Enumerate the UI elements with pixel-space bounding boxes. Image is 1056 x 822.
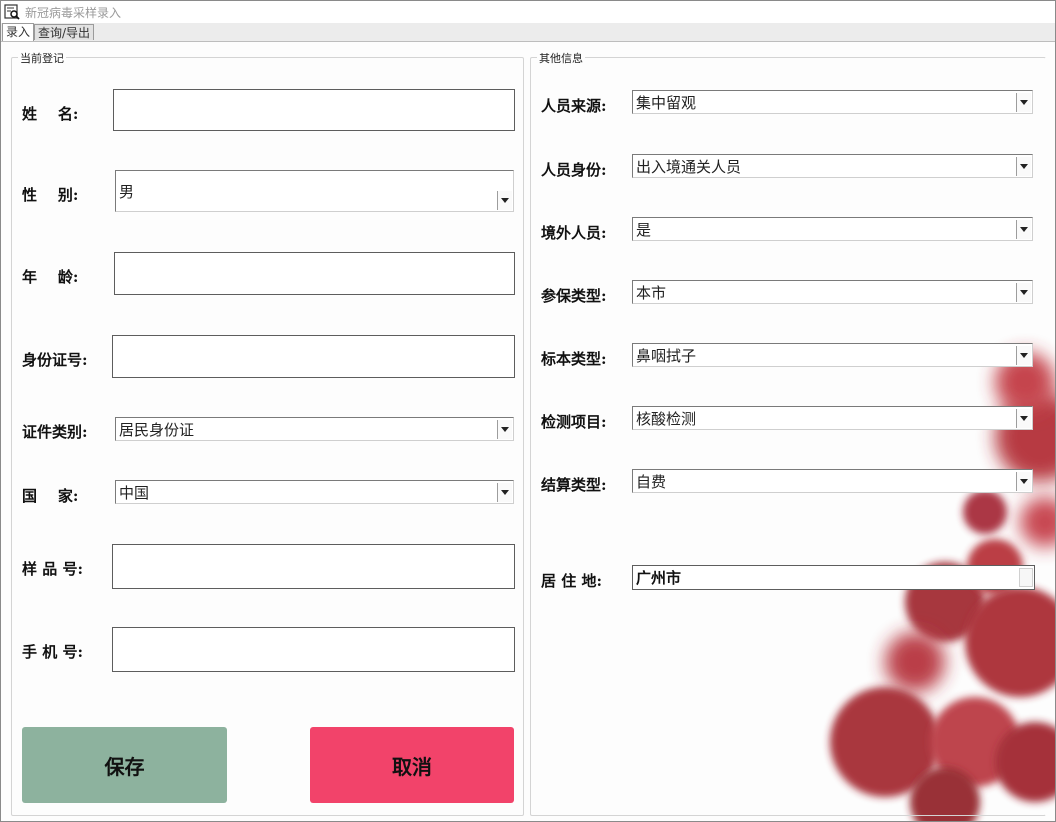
residence-label: 居 住 地: <box>541 572 602 590</box>
country-dropdown-icon[interactable] <box>497 483 512 502</box>
current-registration-group: 当前登记 姓 名: 性 别: 男 年 龄: 身份证号: 证件类别: 居民身份证 … <box>11 50 524 816</box>
id-number-input[interactable] <box>112 335 515 378</box>
tab-bar: 录入 查询/导出 <box>1 23 1055 42</box>
gender-label: 性 别: <box>22 186 79 204</box>
identity-dropdown-icon[interactable] <box>1016 157 1031 176</box>
residence-value: 广州市 <box>636 569 682 587</box>
foreign-label: 境外人员: <box>541 224 607 242</box>
identity-select[interactable]: 出入境通关人员 <box>632 154 1033 178</box>
name-label: 姓 名: <box>22 105 79 123</box>
id-type-select[interactable]: 居民身份证 <box>115 417 514 441</box>
specimen-value: 鼻咽拭子 <box>636 347 697 365</box>
test-item-select[interactable]: 核酸检测 <box>632 406 1033 430</box>
test-item-dropdown-icon[interactable] <box>1016 409 1031 428</box>
foreign-dropdown-icon[interactable] <box>1016 220 1031 239</box>
insurance-select[interactable]: 本市 <box>632 280 1033 304</box>
name-input[interactable] <box>113 89 515 131</box>
gender-value: 男 <box>119 183 135 201</box>
specimen-select[interactable]: 鼻咽拭子 <box>632 343 1033 367</box>
settlement-select[interactable]: 自费 <box>632 469 1033 493</box>
identity-label: 人员身份: <box>541 161 607 179</box>
id-number-label: 身份证号: <box>22 351 88 369</box>
source-select[interactable]: 集中留观 <box>632 90 1033 114</box>
source-value: 集中留观 <box>636 94 697 112</box>
source-label: 人员来源: <box>541 97 607 115</box>
other-info-group: 其他信息 人员来源: 集中留观 人员身份: 出入境通关人员 境外人员: 是 参保… <box>530 50 1046 816</box>
gender-dropdown-icon[interactable] <box>497 191 512 210</box>
specimen-label: 标本类型: <box>541 350 607 368</box>
app-icon <box>4 4 20 20</box>
foreign-select[interactable]: 是 <box>632 217 1033 241</box>
cancel-button[interactable]: 取消 <box>310 727 514 803</box>
age-input[interactable] <box>114 252 515 295</box>
id-type-label: 证件类别: <box>22 423 88 441</box>
save-button[interactable]: 保存 <box>22 727 227 803</box>
other-info-legend: 其他信息 <box>537 50 585 66</box>
settlement-label: 结算类型: <box>541 476 607 494</box>
insurance-label: 参保类型: <box>541 287 607 305</box>
tab-content: 当前登记 姓 名: 性 别: 男 年 龄: 身份证号: 证件类别: 居民身份证 … <box>1 42 1055 821</box>
country-select[interactable]: 中国 <box>115 480 514 504</box>
title-bar: 新冠病毒采样录入 <box>1 1 1055 23</box>
phone-input[interactable] <box>112 627 515 672</box>
tab-query-export[interactable]: 查询/导出 <box>34 24 95 40</box>
id-type-value: 居民身份证 <box>119 421 195 439</box>
test-item-value: 核酸检测 <box>636 410 697 428</box>
country-value: 中国 <box>119 484 150 502</box>
foreign-value: 是 <box>636 221 652 239</box>
country-label: 国 家: <box>22 487 79 505</box>
source-dropdown-icon[interactable] <box>1016 93 1031 112</box>
specimen-dropdown-icon[interactable] <box>1016 346 1031 365</box>
window-title: 新冠病毒采样录入 <box>25 5 122 20</box>
test-item-label: 检测项目: <box>541 413 607 431</box>
phone-label: 手 机 号: <box>22 643 83 661</box>
gender-select[interactable]: 男 <box>115 170 514 212</box>
current-registration-legend: 当前登记 <box>18 50 66 66</box>
app-window: 新冠病毒采样录入 录入 查询/导出 当前登记 姓 名: 性 别: 男 年 龄: … <box>0 0 1056 822</box>
identity-value: 出入境通关人员 <box>636 158 742 176</box>
settlement-dropdown-icon[interactable] <box>1016 472 1031 491</box>
insurance-value: 本市 <box>636 284 667 302</box>
insurance-dropdown-icon[interactable] <box>1016 283 1031 302</box>
settlement-value: 自费 <box>636 473 667 491</box>
tab-entry[interactable]: 录入 <box>2 23 35 41</box>
residence-scrollbar[interactable] <box>1019 568 1033 587</box>
sample-number-label: 样 品 号: <box>22 560 83 578</box>
age-label: 年 龄: <box>22 268 79 286</box>
sample-number-input[interactable] <box>112 544 515 589</box>
id-type-dropdown-icon[interactable] <box>497 420 512 439</box>
residence-input[interactable]: 广州市 <box>632 565 1035 590</box>
